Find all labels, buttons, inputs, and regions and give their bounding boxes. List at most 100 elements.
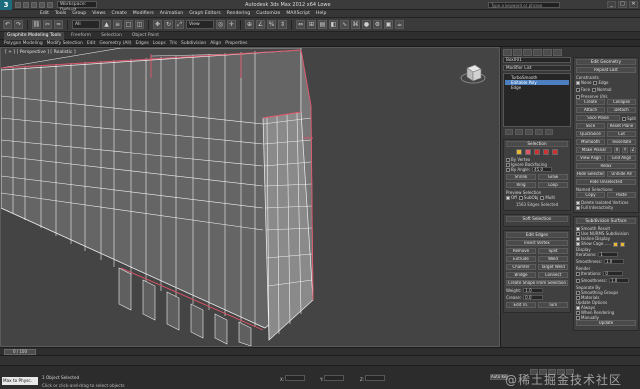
utilities-tab-icon[interactable] xyxy=(553,49,562,56)
create-button[interactable]: Create xyxy=(576,99,605,105)
collapse-button[interactable]: Collapse xyxy=(607,99,636,105)
create-tab-icon[interactable] xyxy=(503,49,512,56)
coordinate-x-field[interactable] xyxy=(285,375,306,381)
chamfer-button[interactable]: Chamfer xyxy=(506,264,536,270)
menu-rendering[interactable]: Rendering xyxy=(227,11,250,16)
preview-off-radio[interactable]: Off xyxy=(506,195,517,200)
menu-customize[interactable]: Customize xyxy=(256,11,280,16)
mirror-icon[interactable]: ⇔ xyxy=(296,20,305,29)
time-slider[interactable]: 0 / 100 xyxy=(0,347,640,355)
pivot-icon[interactable]: ◎ xyxy=(216,20,225,29)
pin-stack-icon[interactable] xyxy=(505,129,513,135)
ring-button[interactable]: Ring xyxy=(506,182,536,188)
curve-editor-icon[interactable]: ∿ xyxy=(340,20,349,29)
save-icon[interactable] xyxy=(31,1,37,8)
panel-align[interactable]: Align xyxy=(210,41,221,46)
panel-geometry-all[interactable]: Geometry (All) xyxy=(99,41,131,46)
render-iterations-spinner[interactable]: 0 xyxy=(603,270,624,276)
tessellate-button[interactable]: Tessellate xyxy=(607,139,636,145)
app-logo-icon[interactable]: 3 xyxy=(0,0,12,10)
spinner-snap-icon[interactable]: ⇕ xyxy=(278,20,287,29)
make-unique-icon[interactable] xyxy=(525,129,533,135)
panel-properties[interactable]: Properties xyxy=(225,41,247,46)
weight-spinner[interactable]: 1.0 xyxy=(523,288,544,293)
msmooth-button[interactable]: MSmooth xyxy=(576,139,605,145)
element-level-icon[interactable] xyxy=(552,149,558,155)
shrink-button[interactable]: Shrink xyxy=(506,174,536,180)
redo-tool-icon[interactable]: ↷ xyxy=(14,20,23,29)
quickslice-button[interactable]: QuickSlice xyxy=(576,131,605,137)
cage-color-swatch-1[interactable] xyxy=(612,241,618,247)
remove-modifier-icon[interactable] xyxy=(535,129,543,135)
layer-manager-icon[interactable]: ▤ xyxy=(318,20,327,29)
paste-button[interactable]: Paste xyxy=(607,192,636,198)
viewcube-icon[interactable] xyxy=(459,60,487,88)
vertex-level-icon[interactable] xyxy=(516,149,522,155)
subdivision-surface-rollout-header[interactable]: Subdivision Surface xyxy=(576,218,636,224)
scale-icon[interactable]: ⤢ xyxy=(175,20,184,29)
turn-button[interactable]: Turn xyxy=(538,302,568,308)
menu-animation[interactable]: Animation xyxy=(160,11,183,16)
copy-button[interactable]: Copy xyxy=(576,192,605,198)
search-input[interactable]: Type a keyword or phrase xyxy=(488,2,560,8)
show-end-result-icon[interactable] xyxy=(515,129,523,135)
align-icon[interactable]: ⊞ xyxy=(307,20,316,29)
perspective-viewport[interactable]: [ + ] [ Perspective ] [ Realistic ] xyxy=(0,47,500,347)
update-button[interactable]: Update xyxy=(576,319,636,326)
render-setup-icon[interactable]: ⚙ xyxy=(373,20,382,29)
full-interactivity-checkbox[interactable]: Full Interactivity xyxy=(576,205,636,210)
render-iterations-checkbox[interactable]: Iterations: xyxy=(576,271,601,276)
menu-tools[interactable]: Tools xyxy=(55,11,66,16)
cage-color-swatch-2[interactable] xyxy=(619,241,625,247)
material-editor-icon[interactable]: ● xyxy=(362,20,371,29)
constraint-none-radio[interactable]: None xyxy=(576,80,591,85)
time-slider-knob[interactable]: 0 / 100 xyxy=(4,348,36,355)
menu-create[interactable]: Create xyxy=(112,11,127,16)
viewport-label[interactable]: [ + ] [ Perspective ] [ Realistic ] xyxy=(5,50,76,55)
unlink-icon[interactable]: ✂ xyxy=(43,20,52,29)
motion-tab-icon[interactable] xyxy=(533,49,542,56)
stack-item-edge[interactable]: Edge xyxy=(505,85,569,90)
menu-modifiers[interactable]: Modifiers xyxy=(133,11,154,16)
insert-vertex-button[interactable]: Insert Vertex xyxy=(506,240,568,246)
link-icon[interactable]: ⛓ xyxy=(32,20,41,29)
panel-subdivision[interactable]: Subdivision xyxy=(181,41,206,46)
redo-icon[interactable] xyxy=(47,1,53,8)
by-angle-spinner[interactable]: 45.0 xyxy=(532,167,553,172)
panel-tris[interactable]: Tris xyxy=(170,41,177,46)
graphite-toggle-icon[interactable]: ◧ xyxy=(329,20,338,29)
menu-edit[interactable]: Edit xyxy=(40,11,49,16)
close-button[interactable]: ✕ xyxy=(629,1,638,8)
percent-snap-icon[interactable]: % xyxy=(267,20,276,29)
smoothness-spinner[interactable]: 1.0 xyxy=(603,258,624,264)
new-file-icon[interactable] xyxy=(15,1,21,8)
split-button[interactable]: Split xyxy=(538,248,568,254)
panel-loops[interactable]: Loops xyxy=(153,41,166,46)
menu-views[interactable]: Views xyxy=(92,11,105,16)
selection-filter-dropdown[interactable]: All xyxy=(72,20,100,29)
tab-graphite-modeling-tools[interactable]: Graphite Modeling Tools xyxy=(4,31,65,40)
building-mesh[interactable] xyxy=(1,48,500,347)
view-align-button[interactable]: View Align xyxy=(576,155,605,161)
open-file-icon[interactable] xyxy=(23,1,29,8)
snap-3d-icon[interactable]: ⊕ xyxy=(245,20,254,29)
track-bar[interactable] xyxy=(0,355,640,365)
rendered-frame-icon[interactable]: ▣ xyxy=(384,20,393,29)
polygon-level-icon[interactable] xyxy=(543,149,549,155)
menu-graph-editors[interactable]: Graph Editors xyxy=(189,11,221,16)
edit-tri-button[interactable]: Edit Tri. xyxy=(506,302,536,308)
relax-button[interactable]: Relax xyxy=(576,163,636,169)
panel-edges[interactable]: Edges xyxy=(136,41,149,46)
bind-space-warp-icon[interactable]: ≈ xyxy=(54,20,63,29)
constraint-face-radio[interactable]: Face xyxy=(576,87,590,92)
cut-button[interactable]: Cut xyxy=(607,131,636,137)
modifier-list-dropdown[interactable]: Modifier List xyxy=(503,65,571,71)
render-icon[interactable]: ☕ xyxy=(395,20,404,29)
slice-plane-button[interactable]: Slice Plane xyxy=(576,115,621,121)
connect-button[interactable]: Connect xyxy=(538,272,568,278)
maxscript-listener-input[interactable]: Max to Physc. xyxy=(2,377,38,385)
rectangular-selection-icon[interactable]: □ xyxy=(124,20,133,29)
modify-tab-icon[interactable] xyxy=(513,49,522,56)
move-icon[interactable]: ✥ xyxy=(153,20,162,29)
repeat-last-button[interactable]: Repeat Last xyxy=(576,67,636,73)
